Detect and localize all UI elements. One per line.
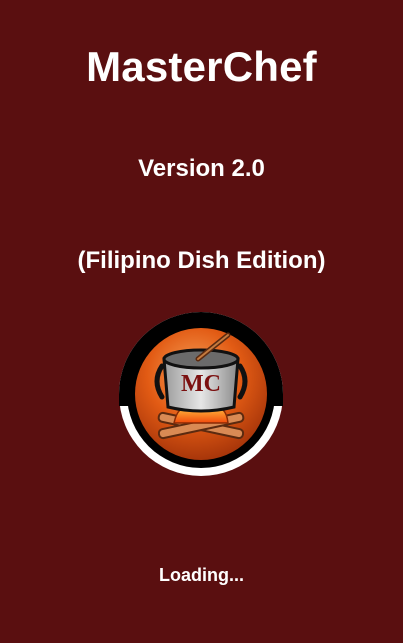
edition-label: (Filipino Dish Edition) (77, 247, 326, 274)
logo-monogram: MC (181, 371, 221, 397)
cooking-pot-fire-icon: MC (118, 311, 284, 477)
loading-status: Loading... (159, 565, 244, 585)
version-label: Version 2.0 (138, 155, 265, 182)
app-title: MasterChef (86, 43, 317, 90)
splash-screen: MasterChef Version 2.0 (Filipino Dish Ed… (0, 0, 403, 643)
